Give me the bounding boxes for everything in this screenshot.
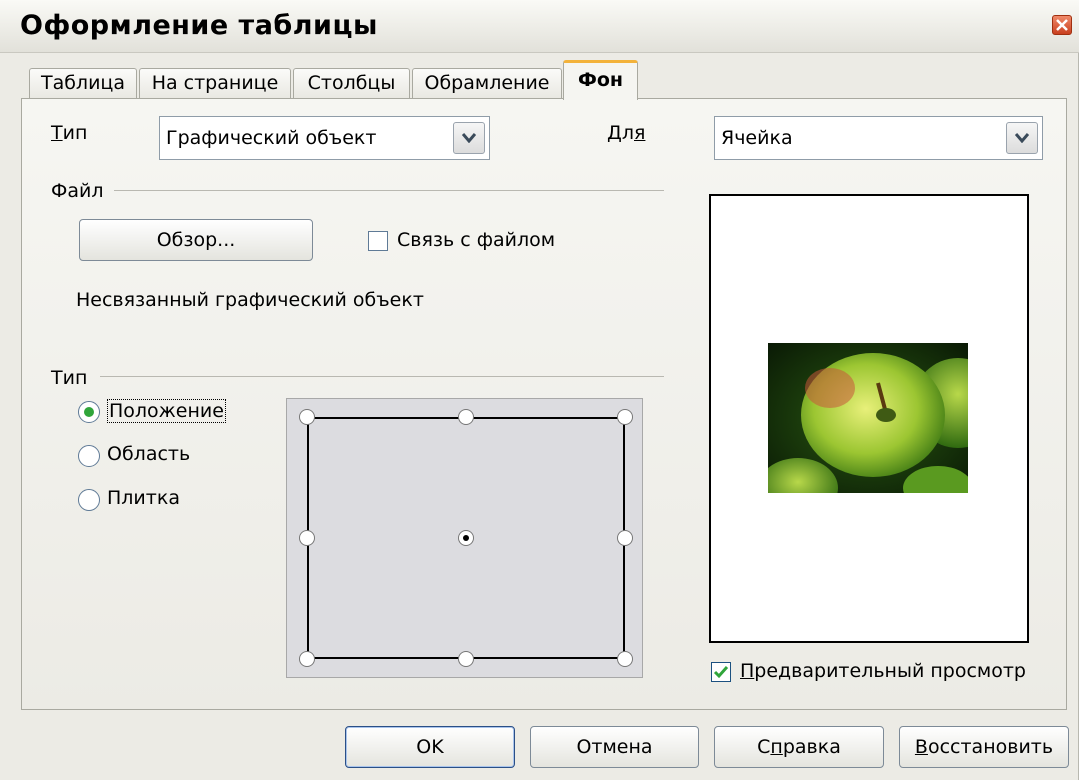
file-status-text: Несвязанный графический объект [76, 289, 424, 311]
file-separator [114, 190, 664, 191]
reset-button-label: Восстановить [914, 736, 1054, 758]
preview-checkbox[interactable] [711, 662, 731, 682]
radio-area[interactable] [78, 445, 100, 467]
radio-position[interactable] [78, 401, 100, 423]
reset-button[interactable]: Восстановить [899, 726, 1069, 768]
ok-button[interactable]: OK [345, 726, 515, 768]
position-selector [286, 398, 643, 678]
link-file-label[interactable]: Связь с файлом [397, 229, 555, 251]
type-section-label: Тип [51, 367, 88, 389]
tab-table[interactable]: Таблица [29, 68, 137, 98]
table-format-dialog: Оформление таблицы Таблица На странице С… [0, 0, 1079, 780]
radio-tile[interactable] [78, 489, 100, 511]
cancel-button-label: Отмена [576, 736, 653, 758]
position-bottom-left[interactable] [299, 651, 315, 667]
position-middle-left[interactable] [299, 530, 315, 546]
for-select[interactable]: Ячейка [714, 116, 1043, 160]
preview-area [709, 194, 1029, 643]
for-label: Для [607, 122, 646, 144]
radio-area-label[interactable]: Область [107, 443, 190, 465]
browse-button[interactable]: Обзор... [79, 219, 313, 261]
tab-background[interactable]: Фон [563, 60, 638, 100]
type-select[interactable]: Графический объект [159, 116, 490, 160]
radio-position-label[interactable]: Положение [107, 399, 226, 423]
close-icon [1056, 19, 1068, 31]
title-bar[interactable]: Оформление таблицы [0, 0, 1079, 53]
position-top-right[interactable] [617, 409, 633, 425]
type-separator [100, 376, 664, 377]
tab-text-flow[interactable]: На странице [139, 68, 291, 98]
chevron-down-icon[interactable] [1006, 122, 1038, 154]
tab-borders[interactable]: Обрамление [412, 68, 562, 98]
file-section-label: Файл [51, 180, 104, 202]
position-top-left[interactable] [299, 409, 315, 425]
preview-checkbox-label[interactable]: Предварительный просмотр [740, 660, 1026, 682]
help-button-label: Справка [757, 736, 841, 758]
position-bottom-center[interactable] [458, 651, 474, 667]
help-button[interactable]: Справка [714, 726, 884, 768]
chevron-down-icon[interactable] [453, 122, 485, 154]
close-button[interactable] [1052, 15, 1072, 35]
cancel-button[interactable]: Отмена [530, 726, 699, 768]
tab-columns[interactable]: Столбцы [293, 68, 410, 98]
position-center[interactable] [458, 530, 474, 546]
position-top-center[interactable] [458, 409, 474, 425]
checkmark-icon [713, 666, 729, 679]
preview-apple-image [768, 343, 968, 493]
for-select-value: Ячейка [721, 127, 793, 149]
link-file-checkbox[interactable] [368, 231, 388, 251]
window-title: Оформление таблицы [20, 10, 378, 41]
type-select-value: Графический объект [166, 127, 377, 149]
position-bottom-right[interactable] [617, 651, 633, 667]
radio-tile-label[interactable]: Плитка [107, 487, 180, 509]
type-label: Тип [51, 122, 88, 144]
browse-button-label: Обзор... [156, 229, 236, 251]
position-middle-right[interactable] [617, 530, 633, 546]
ok-button-label: OK [416, 736, 444, 758]
